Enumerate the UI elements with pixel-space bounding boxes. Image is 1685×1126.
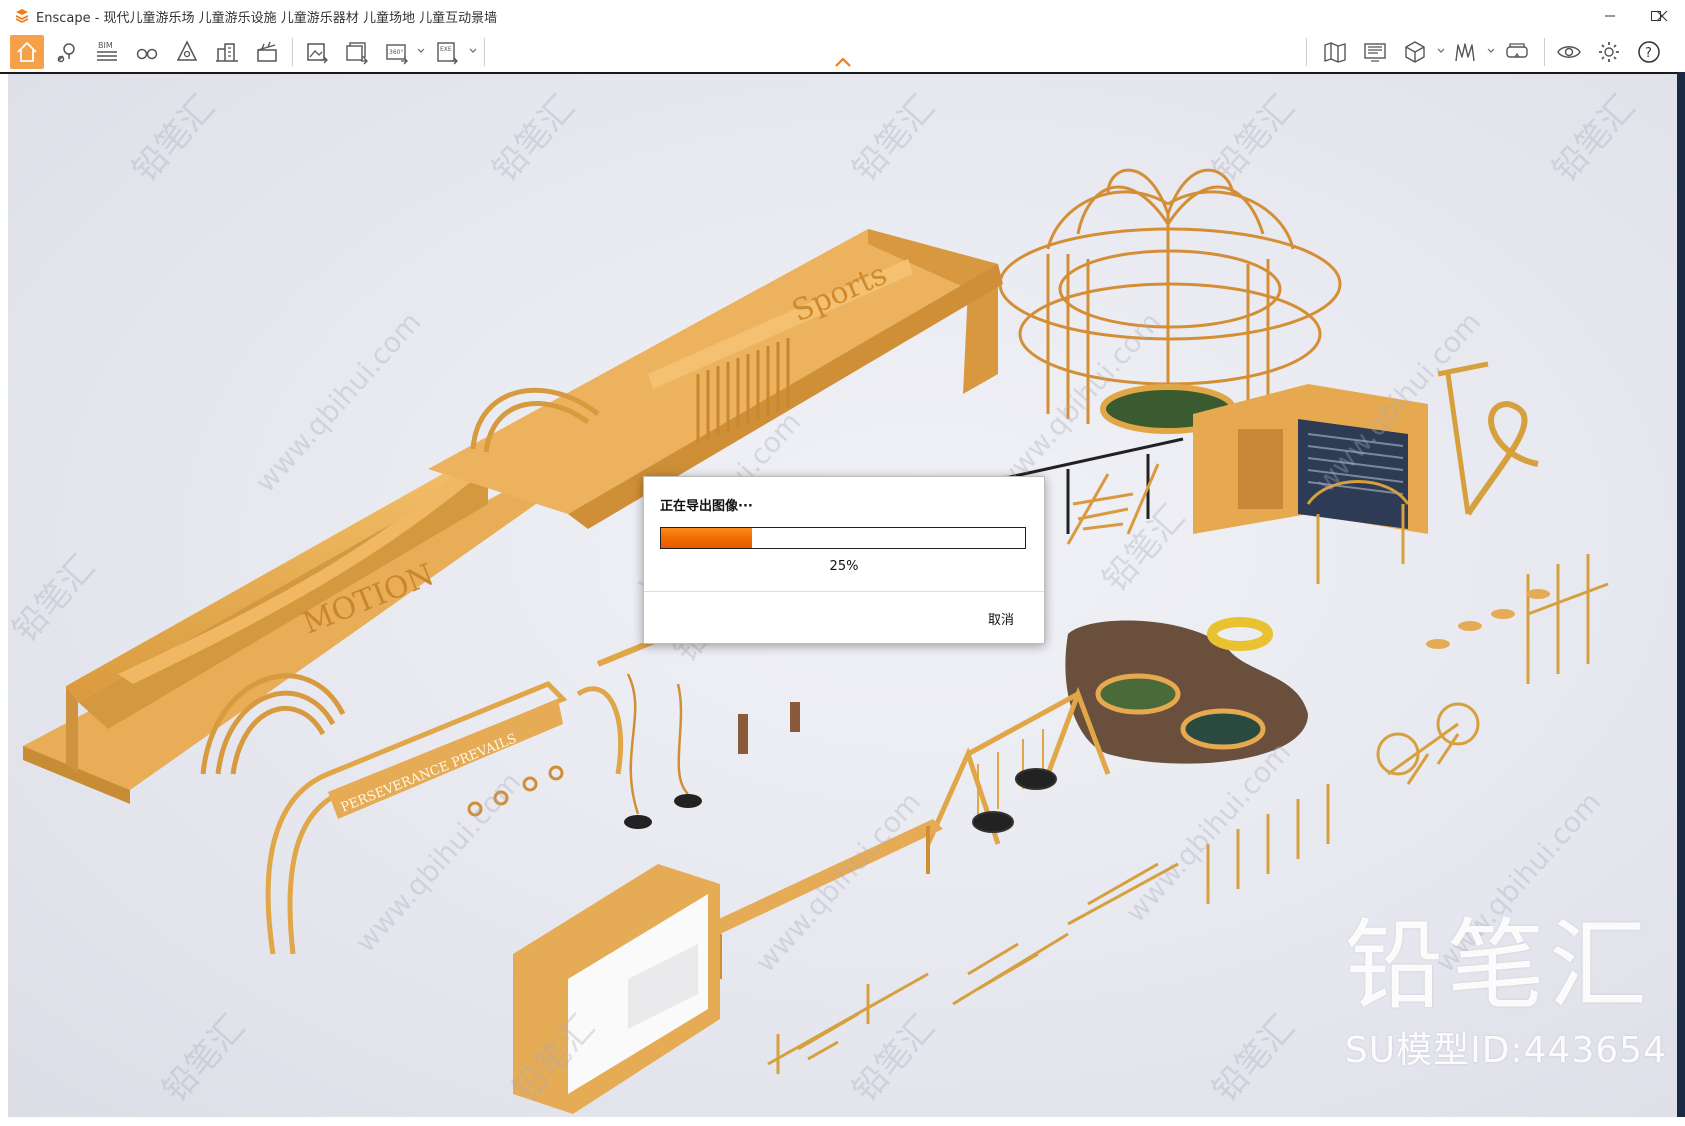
binoculars-icon [136,48,158,60]
visual-settings-button[interactable] [1552,35,1586,69]
settings-button[interactable] [1592,35,1626,69]
model-id-watermark: SU模型ID:443654 [1344,1030,1667,1071]
climbing-wall [1193,384,1428,534]
perseverance-banner: PERSEVERANCE PREVAILS [339,731,519,815]
building-icon [216,43,238,62]
map-icon [1324,42,1346,63]
asset-library-icon [176,40,198,61]
minimize-icon [1605,15,1615,17]
gear-icon [1599,42,1619,62]
buildings-button[interactable] [210,35,244,69]
swing-frame-center [596,616,800,829]
map-button[interactable] [1318,35,1352,69]
svg-text:EXE: EXE [440,46,452,53]
cube-button[interactable] [1398,35,1432,69]
map-pin-icon [57,43,75,63]
location-button[interactable] [50,35,84,69]
export-progress-bar [660,527,1026,549]
toolbar-separator [484,38,485,66]
balance-beam [708,819,943,979]
brand-watermark: 铅笔汇 SU模型ID:443654 [1345,917,1667,1073]
chevron-down-icon[interactable] [1486,46,1496,56]
svg-text:BIM: BIM [98,41,113,50]
progress-percent: 25% [829,559,859,574]
asset-library-button[interactable] [170,35,204,69]
window-bottom-border [0,1117,1685,1126]
svg-text:?: ? [1645,46,1652,61]
vr-button[interactable] [1500,35,1534,69]
minimize-button[interactable] [1587,0,1633,32]
title-bar: Enscape - 现代儿童游乐场 儿童游乐设施 儿童游乐器材 儿童场地 儿童互… [0,0,1685,33]
image-export-icon [307,43,328,64]
close-button[interactable] [1639,0,1685,32]
panorama-button[interactable]: 360° [380,35,414,69]
toolbar-separator [1306,38,1307,66]
batch-export-icon [346,42,368,65]
line-chart-button[interactable] [1448,35,1482,69]
line-chart-icon [1455,43,1475,62]
chevron-down-icon[interactable] [1436,46,1446,56]
cancel-button[interactable]: 取消 [988,609,1014,628]
close-icon [1656,10,1668,22]
svg-text:360°: 360° [389,49,403,56]
enscape-logo-icon [15,9,29,23]
stepping-stools [1426,589,1550,649]
perseverance-gate: PERSEVERANCE PREVAILS [265,681,624,955]
vr-headset-icon [1506,43,1528,58]
chevron-down-icon[interactable] [468,46,478,56]
play-kiosk [513,864,720,1114]
home-icon [17,42,37,62]
toolbar-separator [292,38,293,66]
screenshot-button[interactable] [300,35,334,69]
enscape-window: Enscape - 现代儿童游乐场 儿童游乐设施 儿童游乐器材 儿童场地 儿童互… [0,0,1685,1126]
bim-button[interactable]: BIM [90,35,124,69]
home-button[interactable] [10,35,44,69]
chevron-up-icon[interactable] [834,56,852,68]
export-progress-dialog: 正在导出图像··· 25% 取消 [643,476,1045,644]
brand-watermark-title: 铅笔汇 [1344,909,1651,1023]
batch-export-button[interactable] [340,35,374,69]
exe-export-icon: EXE [437,42,458,65]
desktop-edge [1677,72,1685,1126]
help-button[interactable]: ? [1632,35,1666,69]
progress-fill [661,528,752,548]
ladder-gold [1066,463,1160,545]
monitor-button[interactable] [1358,35,1392,69]
trampoline-deck [1065,617,1308,764]
bim-icon: BIM [97,41,117,61]
clapperboard-icon [257,41,277,62]
views-button[interactable] [130,35,164,69]
cube-icon [1405,41,1425,63]
help-icon: ? [1638,41,1660,63]
exe-export-button[interactable]: EXE [430,35,464,69]
dialog-title: 正在导出图像··· [660,499,753,514]
monitor-icon [1364,43,1386,62]
chevron-down-icon[interactable] [416,46,426,56]
window-title: Enscape - 现代儿童游乐场 儿童游乐设施 儿童游乐器材 儿童场地 儿童互… [36,11,498,26]
toolbar-separator [1544,38,1545,66]
video-editor-button[interactable] [250,35,284,69]
dialog-divider [644,591,1044,592]
panorama-icon: 360° [386,44,408,65]
eye-icon [1557,46,1581,58]
